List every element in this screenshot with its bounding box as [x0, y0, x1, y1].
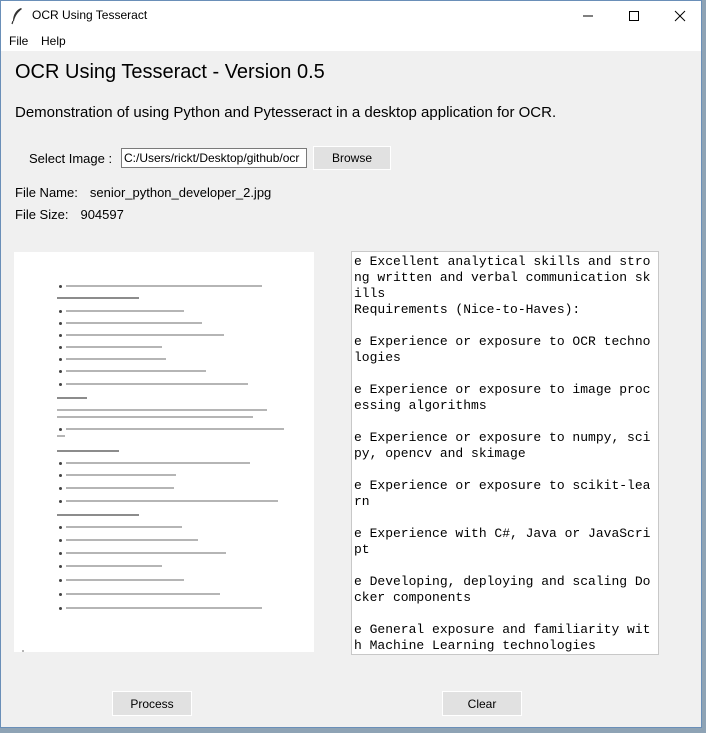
close-icon: [674, 10, 686, 22]
page-description: Demonstration of using Python and Pytess…: [15, 104, 557, 121]
minimize-icon: [583, 15, 593, 17]
file-name-value: senior_python_developer_2.jpg: [89, 185, 272, 200]
menu-bar: File Help: [1, 31, 701, 51]
file-size-label: File Size:: [15, 207, 69, 222]
menu-help[interactable]: Help: [41, 34, 66, 48]
window-title: OCR Using Tesseract: [32, 8, 148, 22]
menu-file[interactable]: File: [9, 34, 28, 48]
file-size-row: File Size: 904597: [15, 207, 124, 222]
browse-button[interactable]: Browse: [312, 145, 392, 171]
title-bar[interactable]: OCR Using Tesseract: [1, 1, 701, 31]
file-name-row: File Name: senior_python_developer_2.jpg: [15, 185, 271, 200]
maximize-icon: [629, 11, 639, 21]
select-image-label: Select Image :: [29, 151, 113, 166]
image-preview: [14, 252, 314, 652]
process-button[interactable]: Process: [111, 690, 193, 717]
image-path-input[interactable]: [121, 148, 307, 168]
minimize-button[interactable]: [565, 1, 611, 31]
clear-button[interactable]: Clear: [441, 690, 523, 717]
feather-icon: [11, 8, 22, 25]
close-button[interactable]: [657, 1, 703, 31]
ocr-output-text: e Excellent analytical skills and stro n…: [354, 254, 651, 653]
ocr-output-textbox[interactable]: e Excellent analytical skills and stro n…: [351, 251, 659, 655]
file-name-label: File Name:: [15, 185, 78, 200]
app-window: OCR Using Tesseract File Help OCR Using …: [0, 0, 702, 728]
page-title: OCR Using Tesseract - Version 0.5: [15, 61, 325, 83]
file-size-value: 904597: [80, 207, 124, 222]
maximize-button[interactable]: [611, 1, 657, 31]
